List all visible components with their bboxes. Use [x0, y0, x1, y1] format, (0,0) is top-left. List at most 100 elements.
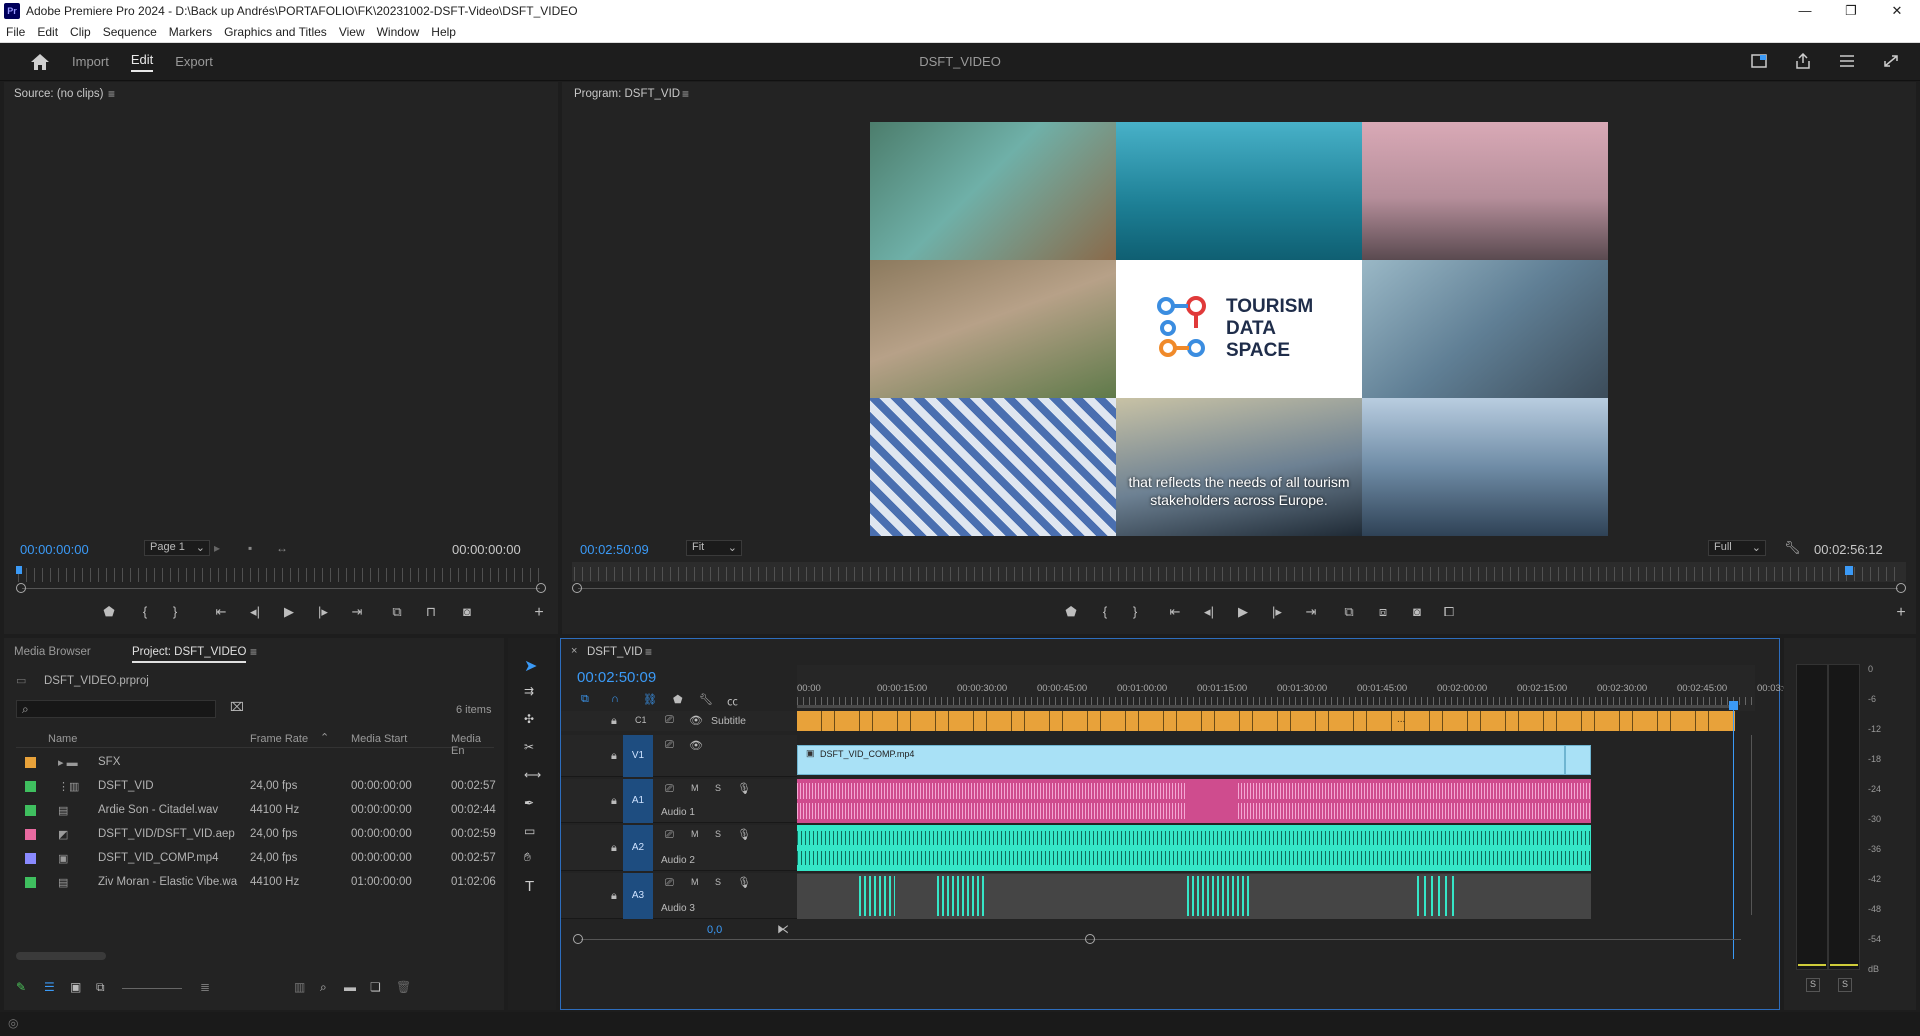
- program-playhead[interactable]: [1845, 566, 1853, 575]
- play-icon[interactable]: ▶: [280, 604, 298, 620]
- razor-tool-icon[interactable]: ✂: [524, 740, 534, 754]
- solo-left-button[interactable]: S: [1806, 978, 1820, 992]
- clip-settings-icon[interactable]: ▪: [248, 541, 252, 555]
- label-color-swatch[interactable]: [25, 876, 36, 888]
- solo-button[interactable]: S: [715, 877, 721, 887]
- toggle-sync-icon[interactable]: ⎚: [665, 783, 674, 796]
- settings-wrench-icon[interactable]: 🔧︎: [1784, 540, 1801, 556]
- toggle-sync-icon[interactable]: ⎚: [665, 739, 674, 752]
- page-selector[interactable]: Page 1 ⌄: [144, 540, 210, 556]
- add-marker-icon[interactable]: ⬟: [100, 604, 118, 620]
- menu-file[interactable]: File: [0, 25, 31, 39]
- mute-button[interactable]: M: [691, 829, 699, 839]
- icon-view-icon[interactable]: ▣: [70, 980, 81, 994]
- slip-tool-icon[interactable]: ⟷: [524, 768, 541, 782]
- menu-edit[interactable]: Edit: [31, 25, 64, 39]
- table-row[interactable]: ◩ DSFT_VID/DSFT_VID.aep 24,00 fps 00:00:00:…: [16, 822, 496, 846]
- solo-right-button[interactable]: S: [1838, 978, 1852, 992]
- panel-menu-icon[interactable]: ≡: [250, 645, 257, 659]
- program-video-frame[interactable]: TOURISM DATA SPACE that reflects the nee…: [870, 122, 1608, 536]
- track-select-tool-icon[interactable]: ⇉: [524, 684, 534, 698]
- source-zoom-bar[interactable]: [22, 588, 540, 589]
- work-area-bar[interactable]: [797, 705, 1737, 708]
- zoom-handle-left[interactable]: [572, 583, 582, 593]
- zoom-slider[interactable]: [122, 988, 182, 989]
- source-timecode-in[interactable]: 00:00:00:00: [20, 542, 89, 557]
- resolution-select[interactable]: Full ⌄: [1708, 540, 1766, 556]
- tab-edit[interactable]: Edit: [130, 52, 154, 72]
- track-target-a2[interactable]: A2: [623, 825, 653, 871]
- tab-project[interactable]: Project: DSFT_VIDEO: [132, 646, 247, 663]
- new-bin-icon[interactable]: ▬: [344, 980, 356, 994]
- col-frame-rate[interactable]: Frame Rate: [250, 733, 308, 745]
- audio-clip-a1[interactable]: [797, 779, 1591, 823]
- source-time-ruler[interactable]: [18, 568, 544, 582]
- maximize-button[interactable]: ❐: [1828, 3, 1874, 19]
- mute-button[interactable]: M: [691, 877, 699, 887]
- pen-tool-icon[interactable]: ✒: [524, 796, 534, 810]
- table-row[interactable]: ⋮▥ DSFT_VID 24,00 fps 00:00:00:00 00:02:57: [16, 774, 496, 798]
- new-search-bin-icon[interactable]: ⌧: [230, 700, 244, 714]
- program-zoom-bar[interactable]: [578, 588, 1898, 589]
- go-to-in-icon[interactable]: ⇤: [212, 604, 230, 620]
- zoom-handle-left[interactable]: [573, 934, 583, 944]
- go-to-in-icon[interactable]: ⇤: [1166, 604, 1184, 620]
- microphone-icon[interactable]: 🎙︎: [737, 828, 751, 841]
- insert-icon[interactable]: ⧉: [388, 604, 406, 620]
- toggle-sync-icon[interactable]: ⎚: [665, 829, 674, 842]
- go-to-end-icon[interactable]: ⧔: [777, 922, 789, 936]
- table-row[interactable]: ▣ DSFT_VID_COMP.mp4 24,00 fps 00:00:00:00 00…: [16, 846, 496, 870]
- lock-icon[interactable]: 🔒︎: [611, 842, 617, 855]
- timeline-timecode[interactable]: 00:02:50:09: [577, 669, 656, 686]
- ripple-edit-tool-icon[interactable]: ✣: [524, 712, 534, 726]
- lock-icon[interactable]: 🔒︎: [611, 715, 617, 728]
- menu-markers[interactable]: Markers: [163, 25, 218, 39]
- panel-menu-icon[interactable]: ≡: [108, 87, 115, 101]
- drag-handle-icon[interactable]: ↔: [276, 541, 288, 555]
- mark-in-icon[interactable]: {: [1096, 604, 1114, 619]
- lock-icon[interactable]: 🔒︎: [611, 890, 617, 903]
- hand-tool-icon[interactable]: ✋︎: [524, 850, 531, 865]
- program-monitor-title[interactable]: Program: DSFT_VID: [574, 88, 680, 100]
- timeline-playhead-line[interactable]: [1733, 701, 1734, 959]
- solo-button[interactable]: S: [715, 829, 721, 839]
- go-to-out-icon[interactable]: ⇥: [1302, 604, 1320, 620]
- fullscreen-icon[interactable]: [1882, 53, 1900, 69]
- tab-export[interactable]: Export: [175, 54, 213, 69]
- video-clip-v1[interactable]: ▣ DSFT_VID_COMP.mp4: [797, 745, 1565, 775]
- lock-icon[interactable]: 🔒︎: [611, 750, 617, 763]
- status-icon[interactable]: ◎: [8, 1016, 18, 1030]
- home-icon[interactable]: [30, 53, 50, 71]
- close-sequence-icon[interactable]: ×: [571, 645, 577, 657]
- toggle-sync-icon[interactable]: ⎚: [665, 714, 674, 727]
- share-icon[interactable]: [1794, 53, 1812, 69]
- nest-sequence-icon[interactable]: ⧉: [581, 693, 589, 706]
- timeline-settings-icon[interactable]: 🔧︎: [699, 693, 713, 706]
- toggle-sync-icon[interactable]: ⎚: [665, 877, 674, 890]
- close-button[interactable]: ✕: [1874, 3, 1920, 19]
- timeline-horizontal-zoom[interactable]: [581, 939, 1741, 940]
- audio-clip-a3[interactable]: [797, 873, 1591, 919]
- sort-ascending-icon[interactable]: ⌃: [320, 731, 329, 744]
- linked-selection-icon[interactable]: ⛓: [643, 693, 657, 706]
- freeform-view-icon[interactable]: ⧉: [96, 980, 105, 995]
- sequence-tab[interactable]: DSFT_VID: [587, 646, 643, 658]
- overwrite-icon[interactable]: ⊓: [422, 604, 440, 620]
- step-back-icon[interactable]: ◂|: [1200, 604, 1218, 620]
- col-media-start[interactable]: Media Start: [351, 733, 407, 745]
- col-name[interactable]: Name: [48, 733, 77, 745]
- export-frame-icon[interactable]: ◙: [458, 604, 476, 619]
- microphone-icon[interactable]: 🎙︎: [737, 782, 751, 795]
- step-back-icon[interactable]: ◂|: [246, 604, 264, 620]
- new-item-icon[interactable]: ❏: [370, 980, 381, 994]
- track-target-v1[interactable]: V1: [623, 735, 653, 777]
- tab-import[interactable]: Import: [72, 54, 109, 69]
- export-frame-icon[interactable]: ◙: [1408, 604, 1426, 619]
- mark-out-icon[interactable]: }: [166, 604, 184, 619]
- snap-icon[interactable]: ∩: [611, 693, 619, 705]
- menu-sequence[interactable]: Sequence: [97, 25, 163, 39]
- audio-clip-a2[interactable]: [797, 825, 1591, 871]
- automate-icon[interactable]: ▥: [294, 980, 305, 994]
- eye-icon[interactable]: 👁︎: [689, 739, 703, 752]
- microphone-icon[interactable]: 🎙︎: [737, 876, 751, 889]
